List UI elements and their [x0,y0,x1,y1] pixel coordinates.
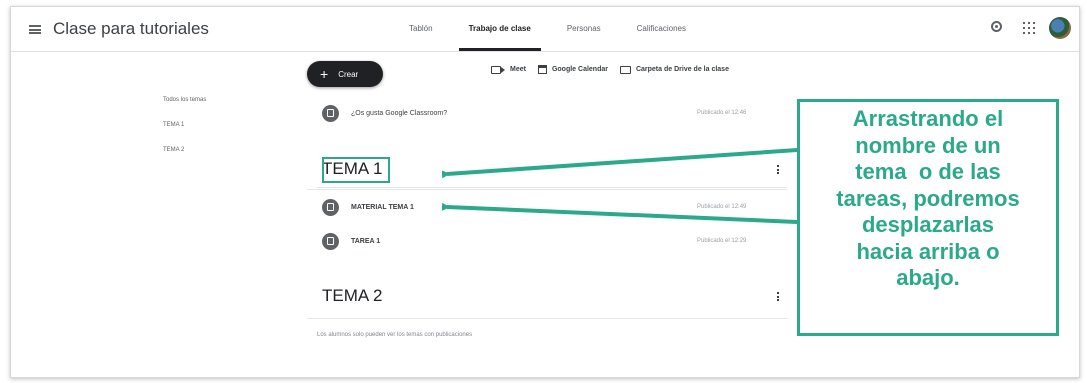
annotation-line: desplazarlas [861,212,995,237]
annotation-callout: Arrastrando el nombre de un tema o de la… [797,99,1059,336]
arrow-to-item [441,202,798,224]
annotation-text: Arrastrando el nombre de un tema o de la… [800,106,1056,292]
annotation-line: Arrastrando el [852,106,1004,131]
arrow-to-topic [441,148,798,179]
annotation-line: nombre de un [855,132,1001,158]
annotation-line: abajo. [896,265,960,290]
annotation-line: tareas, podremos [836,185,1020,211]
annotation-line: hacia arriba o [856,238,1000,264]
classroom-window: Clase para tutoriales Tablón Trabajo de … [10,6,1080,378]
annotation-line: tema o de las [855,159,1001,184]
